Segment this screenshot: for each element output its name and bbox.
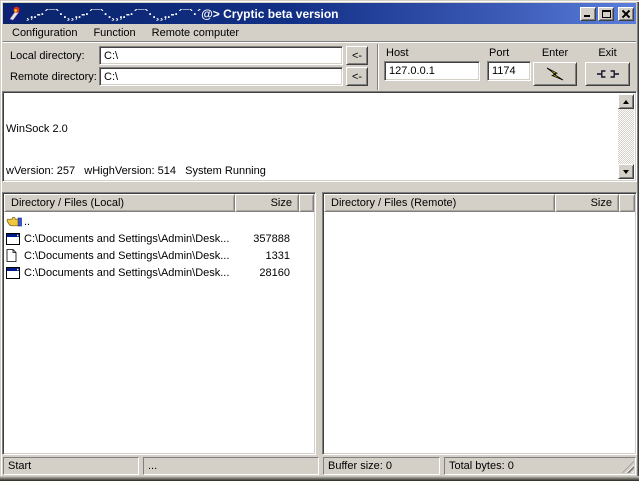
local-directory-up-button[interactable]: <- [346,46,368,65]
list-item-name: .. [24,216,243,228]
menu-bar: Configuration Function Remote computer [3,24,636,42]
close-button[interactable] [618,7,634,21]
exit-label: Exit [585,47,630,59]
maximize-button[interactable] [598,7,614,21]
remote-directory-up-button[interactable]: <- [346,67,368,86]
app-torch-icon [6,6,22,22]
window-file-icon [6,267,24,279]
arrow-up-icon [623,100,629,104]
status-panel-buffer-size: Buffer size: 0 [323,457,440,475]
scroll-up-button[interactable] [618,94,634,109]
window-bottom-edge [0,476,639,481]
info-line-2: wVersion: 257 wHighVersion: 514 System R… [6,164,616,178]
toolbar-divider [377,44,379,90]
lightning-bolt-icon [545,67,565,81]
list-item-file[interactable]: C:\Documents and Settings\Admin\Desk... … [3,247,315,264]
port-label: Port [489,47,509,59]
hand-pointer-icon [6,215,24,228]
list-item-size: 357888 [243,233,315,245]
list-item-up-directory[interactable]: .. [3,213,315,230]
menu-configuration[interactable]: Configuration [4,25,85,41]
list-item-name: C:\Documents and Settings\Admin\Desk... [24,267,243,279]
minimize-button[interactable] [580,7,596,21]
host-input[interactable] [384,61,480,81]
local-size-column-header[interactable]: Size [235,194,299,212]
menu-function[interactable]: Function [85,25,143,41]
menu-remote-computer[interactable]: Remote computer [144,25,247,41]
enter-label: Enter [533,47,577,59]
toolbar: Local directory: <- Remote directory: <-… [0,42,639,91]
remote-files-list: Directory / Files (Remote) Size [322,192,637,455]
winsock-info-box[interactable]: WinSock 2.0 wVersion: 257 wHighVersion: … [2,91,637,182]
status-bar: Start ... Buffer size: 0 Total bytes: 0 [3,457,636,475]
minimize-icon [584,15,590,17]
enter-button[interactable] [533,62,577,86]
list-item-file[interactable]: C:\Documents and Settings\Admin\Desk... … [3,264,315,281]
local-name-column-header[interactable]: Directory / Files (Local) [4,194,235,212]
remote-directory-input[interactable] [99,67,343,86]
port-input[interactable] [487,61,531,81]
remote-directory-label: Remote directory: [10,71,97,83]
remote-name-column-header[interactable]: Directory / Files (Remote) [324,194,555,212]
arrow-down-icon [623,170,629,174]
scroll-down-button[interactable] [618,164,634,179]
local-directory-input[interactable] [99,46,343,65]
list-item-name: C:\Documents and Settings\Admin\Desk... [24,233,243,245]
resize-grip[interactable] [622,461,634,473]
local-directory-label: Local directory: [10,50,85,62]
status-panel-message: ... [143,457,319,475]
list-item-file[interactable]: C:\Documents and Settings\Admin\Desk... … [3,230,315,247]
local-filler-column-header [299,194,314,212]
info-scrollbar[interactable] [618,94,634,179]
remote-size-column-header[interactable]: Size [555,194,619,212]
remote-filler-column-header [619,194,635,212]
maximize-icon [602,10,611,18]
total-bytes-text: Total bytes: 0 [449,460,514,472]
list-item-size: 28160 [243,267,315,279]
exit-button[interactable] [585,62,630,86]
window-title: ¸,.-·´¯`·.¸¸,.-·´¯`·.¸¸,.-·´¯`·.¸¸,.-·´¯… [26,7,580,21]
list-item-size: 1331 [243,250,315,262]
list-item-name: C:\Documents and Settings\Admin\Desk... [24,250,243,262]
status-panel-total-bytes: Total bytes: 0 [444,457,636,475]
host-label: Host [386,47,409,59]
info-line-1: WinSock 2.0 [6,122,616,136]
window-file-icon [6,233,24,245]
disconnect-plug-icon [597,69,619,79]
app-window: ¸,.-·´¯`·.¸¸,.-·´¯`·.¸¸,.-·´¯`·.¸¸,.-·´¯… [0,0,639,481]
local-files-list: Directory / Files (Local) Size .. [2,192,316,455]
document-icon [6,249,24,262]
local-list-header: Directory / Files (Local) Size [4,194,314,212]
status-panel-start: Start [3,457,139,475]
title-bar[interactable]: ¸,.-·´¯`·.¸¸,.-·´¯`·.¸¸,.-·´¯`·.¸¸,.-·´¯… [3,3,636,24]
remote-list-header: Directory / Files (Remote) Size [324,194,635,212]
